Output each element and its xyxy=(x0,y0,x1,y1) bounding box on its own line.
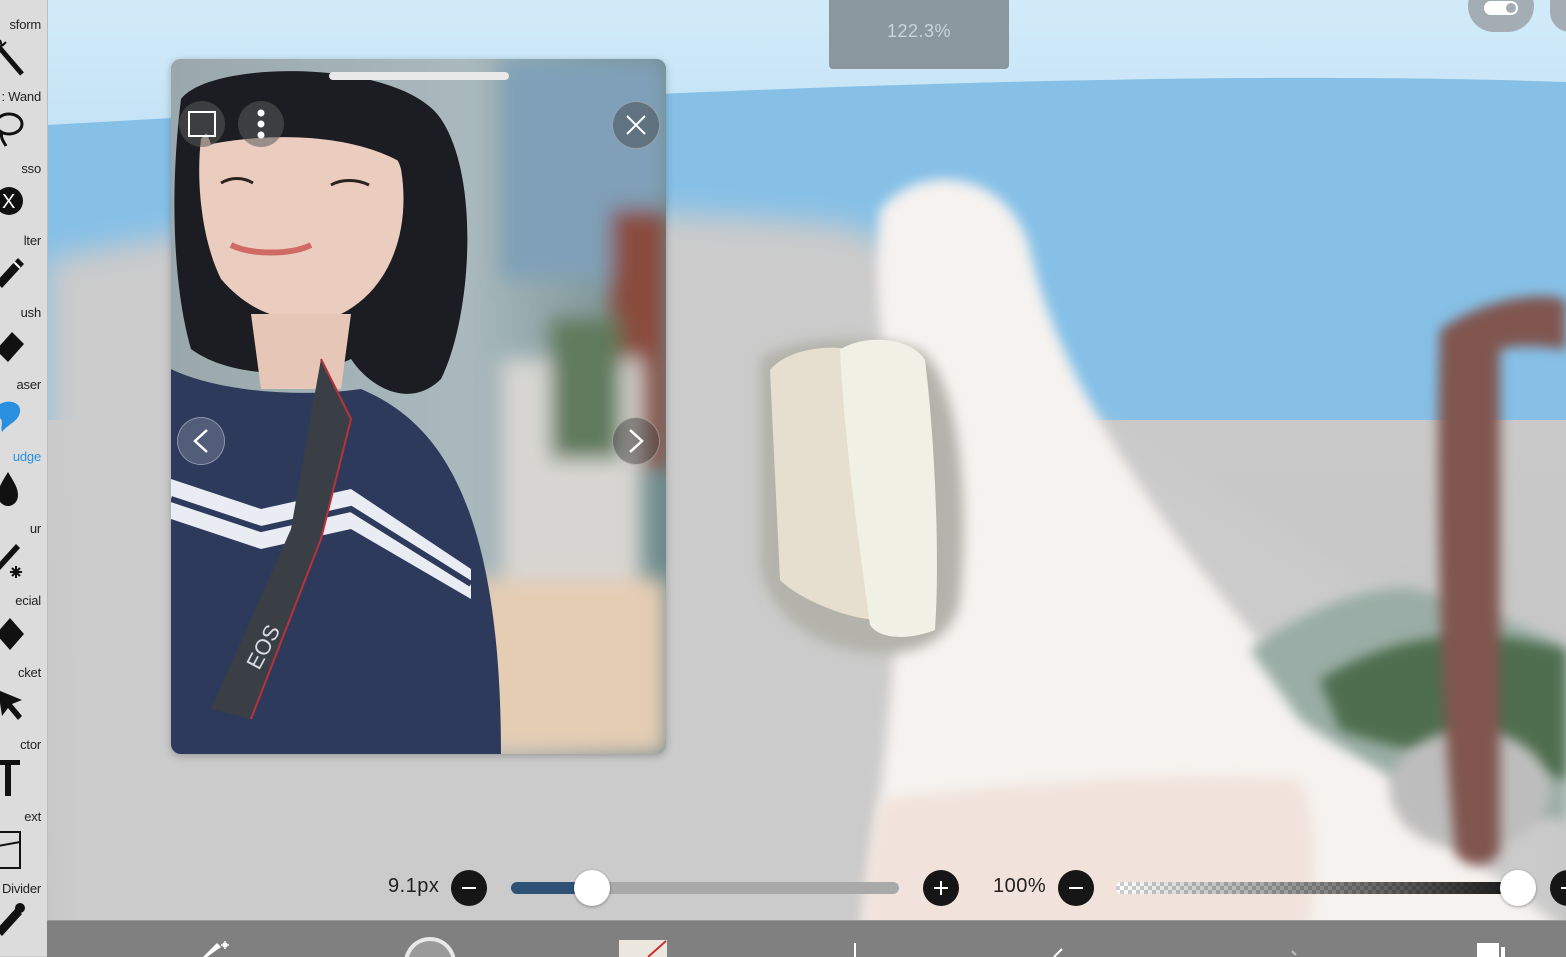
tool-filter[interactable]: X lter xyxy=(0,180,47,252)
brush-size-increase-button[interactable] xyxy=(923,870,959,906)
tool-label: ext xyxy=(24,809,41,824)
tool-label: cket xyxy=(17,665,41,680)
brush-size-slider[interactable] xyxy=(511,882,899,894)
previous-reference-button[interactable] xyxy=(177,417,225,465)
tool-palette: sform : Wand sso X lter ush aser udge ur… xyxy=(0,0,48,956)
bottom-toolbar xyxy=(47,920,1566,957)
tool-brush[interactable]: ush xyxy=(0,252,47,324)
tool-label: ush xyxy=(20,305,42,320)
zoom-level-indicator: 122.3% xyxy=(829,0,1009,69)
bucket-icon xyxy=(0,618,24,650)
tool-transform[interactable]: sform xyxy=(0,0,47,36)
tool-label: ur xyxy=(29,521,41,536)
brush-opacity-thumb[interactable] xyxy=(1500,870,1536,906)
filter-icon: X xyxy=(0,187,23,215)
tool-label: udge xyxy=(12,449,41,464)
undo-icon[interactable] xyxy=(847,921,867,957)
reference-window[interactable]: EOS xyxy=(171,59,666,754)
tool-label: sform xyxy=(9,17,41,32)
color-swatch-icon[interactable] xyxy=(618,921,668,957)
close-reference-button[interactable] xyxy=(612,101,660,149)
svg-text:X: X xyxy=(2,191,15,213)
smudge-icon xyxy=(0,401,21,432)
tool-blur[interactable]: ur xyxy=(0,468,47,540)
chevron-right-icon xyxy=(629,429,644,453)
tool-bucket[interactable]: cket xyxy=(0,612,47,684)
brush-opacity-slider[interactable] xyxy=(1116,882,1522,894)
next-reference-button[interactable] xyxy=(612,417,660,465)
frame-button[interactable] xyxy=(179,101,225,147)
tool-label: ecial xyxy=(15,593,41,608)
tool-label: sso xyxy=(21,161,41,176)
frame-divider-icon xyxy=(0,831,21,869)
tool-smudge[interactable]: udge xyxy=(0,396,47,468)
selector-icon xyxy=(0,690,22,720)
brush-preview-icon[interactable] xyxy=(402,921,458,957)
tool-label: aser xyxy=(16,377,42,392)
brush-settings-icon[interactable] xyxy=(197,921,241,957)
brush-size-value: 9.1px xyxy=(388,875,440,897)
tool-text[interactable]: ext xyxy=(0,756,47,828)
tool-dropper[interactable]: opper xyxy=(0,900,47,956)
layers-count-icon[interactable] xyxy=(1472,921,1516,957)
magic-wand-icon xyxy=(0,39,24,76)
tool-label: : Wand xyxy=(1,89,41,104)
tool-label: lter xyxy=(23,233,41,248)
tool-frame-divider[interactable]: Divider xyxy=(0,828,47,900)
tool-magic-wand[interactable]: : Wand xyxy=(0,36,47,108)
brush-size-decrease-button[interactable] xyxy=(451,870,487,906)
tool-special[interactable]: ecial xyxy=(0,540,47,612)
toggle-icon xyxy=(1484,1,1518,15)
drag-handle[interactable] xyxy=(329,72,509,80)
brush-opacity-value: 100% xyxy=(993,875,1047,897)
redo-icon[interactable] xyxy=(1042,921,1072,957)
tool-label: ctor xyxy=(20,737,41,752)
chevron-left-icon xyxy=(193,429,208,453)
lasso-icon xyxy=(0,112,24,147)
text-icon xyxy=(0,760,20,796)
frame-icon xyxy=(188,111,216,137)
tool-label: Divider xyxy=(1,881,41,896)
eraser-icon xyxy=(0,332,24,362)
tool-lasso[interactable]: sso xyxy=(0,108,47,180)
blur-icon xyxy=(0,472,18,506)
more-options-button[interactable] xyxy=(238,101,284,147)
tool-selector[interactable]: ctor xyxy=(0,684,47,756)
dropper-icon xyxy=(0,903,25,936)
brush-icon xyxy=(0,258,24,288)
brush-opacity-decrease-button[interactable] xyxy=(1058,870,1094,906)
close-icon xyxy=(626,115,646,135)
more-vertical-icon xyxy=(257,109,265,139)
special-icon xyxy=(0,544,22,578)
tool-eraser[interactable]: aser xyxy=(0,324,47,396)
layer-icon[interactable] xyxy=(1282,921,1312,957)
reference-photo: EOS xyxy=(171,59,666,754)
